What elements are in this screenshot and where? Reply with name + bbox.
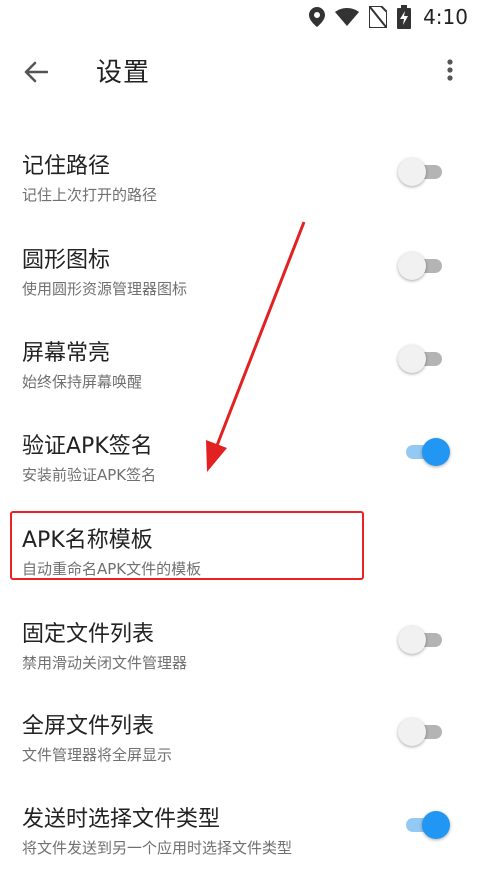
annotation-arrow <box>206 221 306 472</box>
